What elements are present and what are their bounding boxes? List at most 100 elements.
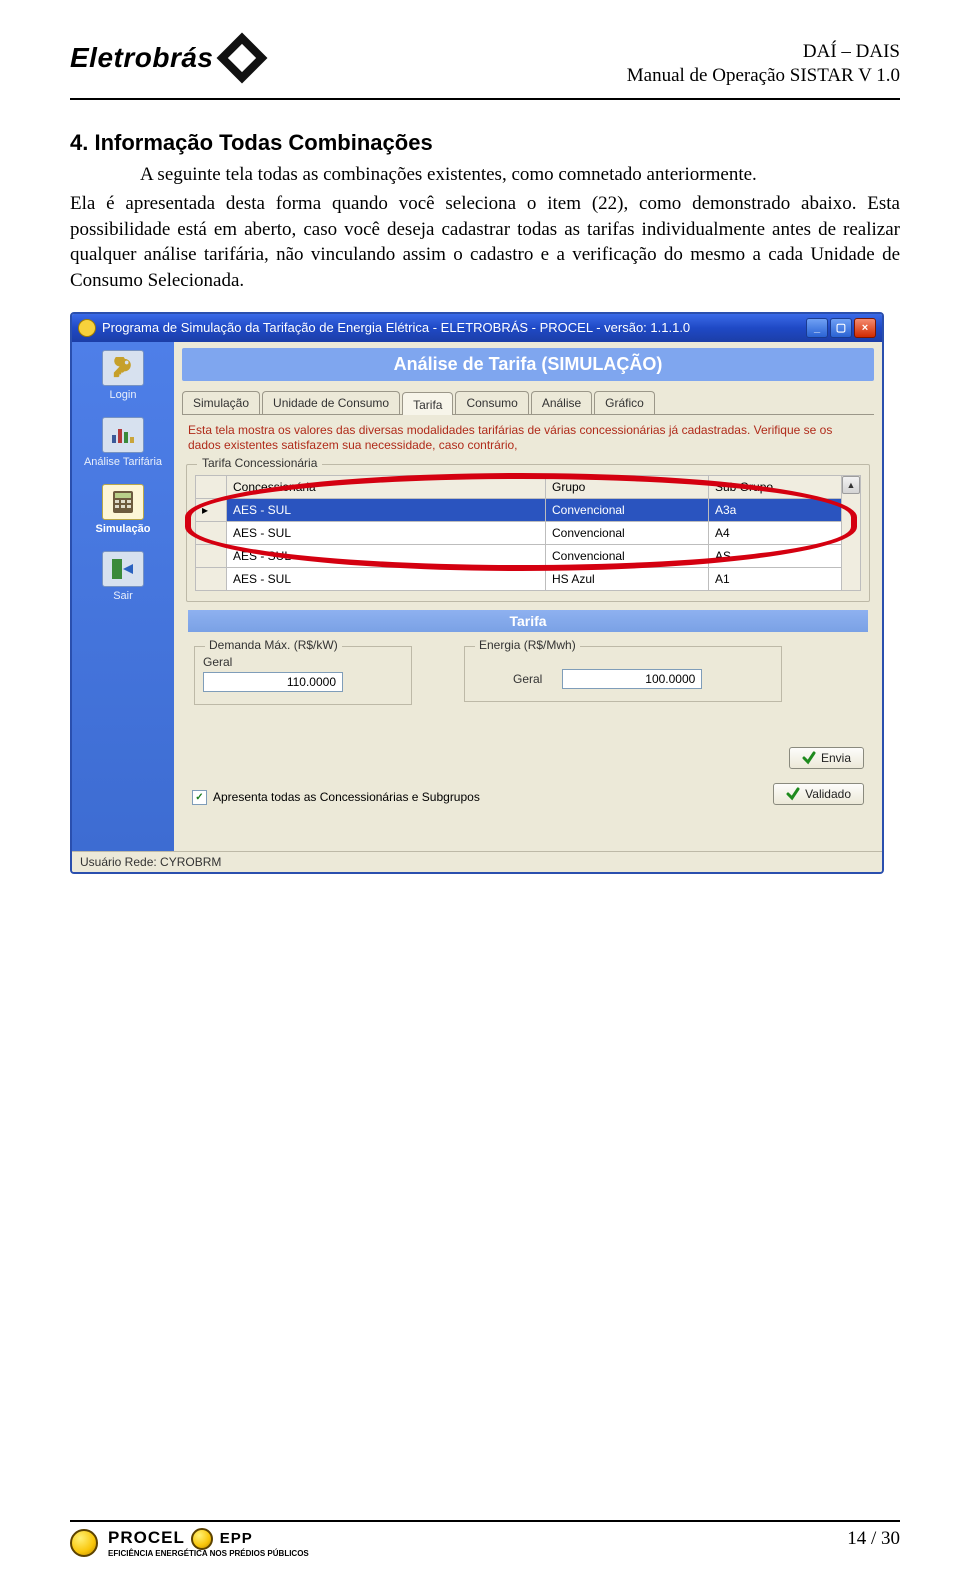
cell-grupo: Convencional <box>546 521 709 544</box>
energia-label: Geral <box>513 672 542 686</box>
row-selector-icon[interactable] <box>196 567 227 590</box>
tab-tarifa[interactable]: Tarifa <box>402 392 453 415</box>
sidebar-item-label: Sair <box>113 590 133 602</box>
row-selector-icon[interactable]: ▸ <box>196 498 227 521</box>
group-demanda: Demanda Máx. (R$/kW) Geral <box>194 646 412 705</box>
cell-grupo: HS Azul <box>546 567 709 590</box>
sidebar-item-analise[interactable]: Análise Tarifária <box>76 417 170 468</box>
tab-analise[interactable]: Análise <box>531 391 592 414</box>
row-selector-icon[interactable] <box>196 521 227 544</box>
exit-icon <box>102 551 144 587</box>
header-line-1: DAÍ – DAIS <box>627 40 900 64</box>
cell-subgrupo: A1 <box>709 567 842 590</box>
cell-concessionaria: AES - SUL <box>227 498 546 521</box>
sidebar: Login Análise Tarifária Simulação <box>72 342 174 851</box>
demanda-input[interactable] <box>203 672 343 692</box>
tab-grafico[interactable]: Gráfico <box>594 391 655 414</box>
cell-concessionaria: AES - SUL <box>227 567 546 590</box>
titlebar-text: Programa de Simulação da Tarifação de En… <box>102 320 690 335</box>
lamp-icon <box>191 1528 213 1550</box>
validado-button[interactable]: Validado <box>773 783 864 805</box>
tab-unidade-consumo[interactable]: Unidade de Consumo <box>262 391 400 414</box>
app-window: Programa de Simulação da Tarifação de En… <box>70 312 884 874</box>
procel-tagline: EFICIÊNCIA ENERGÉTICA NOS PRÉDIOS PÚBLIC… <box>108 1550 309 1558</box>
procel-epp: EPP <box>220 1530 253 1547</box>
sidebar-item-sair[interactable]: Sair <box>76 551 170 602</box>
cell-subgrupo: A3a <box>709 498 842 521</box>
header-divider <box>70 98 900 100</box>
app-icon <box>78 319 96 337</box>
sidebar-item-label: Simulação <box>95 523 150 535</box>
energia-input[interactable] <box>562 669 702 689</box>
logo-mark-icon <box>216 33 267 84</box>
logo-text: Eletrobrás <box>70 42 214 74</box>
main-panel: Análise de Tarifa (SIMULAÇÃO) Simulação … <box>174 342 882 851</box>
section-title: 4. Informação Todas Combinações <box>70 130 900 156</box>
eletrobras-logo: Eletrobrás <box>70 40 260 76</box>
check-icon <box>802 751 816 765</box>
page-number: 14 / 30 <box>847 1528 900 1550</box>
sidebar-item-login[interactable]: Login <box>76 350 170 401</box>
header-line-2: Manual de Operação SISTAR V 1.0 <box>627 64 900 88</box>
procel-name: PROCEL <box>108 1528 185 1547</box>
show-all-checkbox[interactable]: ✓ Apresenta todas as Concessionárias e S… <box>192 790 480 805</box>
sidebar-item-label: Análise Tarifária <box>84 456 162 468</box>
scroll-up-icon[interactable]: ▲ <box>842 476 860 494</box>
tarifa-subheader: Tarifa <box>188 610 868 632</box>
sidebar-item-label: Login <box>110 389 137 401</box>
table-row[interactable]: AES - SUL Convencional A4 <box>196 521 861 544</box>
tab-simulacao[interactable]: Simulação <box>182 391 260 414</box>
cell-concessionaria: AES - SUL <box>227 544 546 567</box>
grid-header-subgrupo[interactable]: Sub Grupo <box>709 475 842 498</box>
chart-icon <box>102 417 144 453</box>
cell-subgrupo: A4 <box>709 521 842 544</box>
validado-label: Validado <box>805 787 851 801</box>
energia-legend: Energia (R$/Mwh) <box>475 638 580 652</box>
grid-scrollbar[interactable]: ▲ <box>842 475 861 590</box>
section-para-first: A seguinte tela todas as combinações exi… <box>70 162 900 188</box>
header-right: DAÍ – DAIS Manual de Operação SISTAR V 1… <box>627 40 900 88</box>
page-header: Eletrobrás DAÍ – DAIS Manual de Operação… <box>70 40 900 88</box>
grid-header-grupo[interactable]: Grupo <box>546 475 709 498</box>
statusbar: Usuário Rede: CYROBRM <box>72 851 882 872</box>
row-selector-icon[interactable] <box>196 544 227 567</box>
grid-header-concessionaria[interactable]: Concessionária <box>227 475 546 498</box>
tabstrip: Simulação Unidade de Consumo Tarifa Cons… <box>182 391 874 415</box>
statusbar-text: Usuário Rede: CYROBRM <box>80 855 221 869</box>
footer-divider <box>70 1520 900 1522</box>
checkbox-label: Apresenta todas as Concessionárias e Sub… <box>213 790 480 804</box>
table-row[interactable]: AES - SUL Convencional AS <box>196 544 861 567</box>
table-row[interactable]: ▸ AES - SUL Convencional A3a <box>196 498 861 521</box>
envia-label: Envia <box>821 751 851 765</box>
key-icon <box>102 350 144 386</box>
procel-logo: PROCEL EPP EFICIÊNCIA ENERGÉTICA NOS PRÉ… <box>70 1528 309 1558</box>
page-footer: PROCEL EPP EFICIÊNCIA ENERGÉTICA NOS PRÉ… <box>70 1520 900 1558</box>
tab-consumo[interactable]: Consumo <box>455 391 528 414</box>
cell-concessionaria: AES - SUL <box>227 521 546 544</box>
sidebar-item-simulacao[interactable]: Simulação <box>76 484 170 535</box>
main-title: Análise de Tarifa (SIMULAÇÃO) <box>182 348 874 381</box>
lamp-icon <box>70 1529 98 1557</box>
titlebar[interactable]: Programa de Simulação da Tarifação de En… <box>72 314 882 342</box>
demanda-legend: Demanda Máx. (R$/kW) <box>205 638 342 652</box>
group-energia: Energia (R$/Mwh) Geral <box>464 646 782 702</box>
grid-wrap: Concessionária Grupo Sub Grupo ▲ ▸ AES -… <box>195 475 861 591</box>
grid-corner <box>196 475 227 498</box>
procel-text: PROCEL EPP EFICIÊNCIA ENERGÉTICA NOS PRÉ… <box>108 1528 309 1558</box>
demanda-label: Geral <box>203 655 403 669</box>
group-legend: Tarifa Concessionária <box>197 456 322 470</box>
window-maximize-button[interactable]: ▢ <box>830 318 852 338</box>
cell-grupo: Convencional <box>546 498 709 521</box>
window-minimize-button[interactable]: _ <box>806 318 828 338</box>
checkbox-icon[interactable]: ✓ <box>192 790 207 805</box>
window-close-button[interactable]: × <box>854 318 876 338</box>
group-tarifa-concessionaria: Tarifa Concessionária Concessionária Gru… <box>186 464 870 602</box>
envia-button[interactable]: Envia <box>789 747 864 769</box>
datagrid[interactable]: Concessionária Grupo Sub Grupo ▲ ▸ AES -… <box>195 475 861 591</box>
tab-help-text: Esta tela mostra os valores das diversas… <box>182 415 874 458</box>
cell-grupo: Convencional <box>546 544 709 567</box>
table-row[interactable]: AES - SUL HS Azul A1 <box>196 567 861 590</box>
check-icon <box>786 787 800 801</box>
section-para-rest: Ela é apresentada desta forma quando voc… <box>70 191 900 294</box>
cell-subgrupo: AS <box>709 544 842 567</box>
